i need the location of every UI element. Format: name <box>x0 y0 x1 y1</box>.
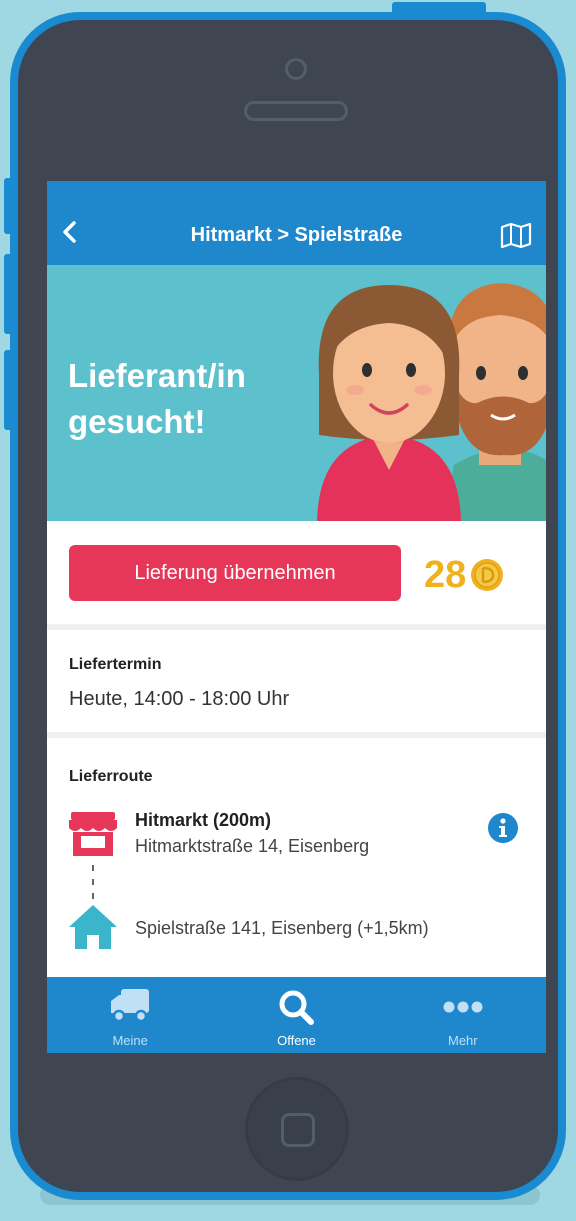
couriers-illustration <box>317 283 546 521</box>
navigation-bar: Hitmarkt > Spielstraße <box>47 181 546 265</box>
destination-address: Spielstraße 141, Eisenberg (+1,5km) <box>135 918 429 938</box>
hero-headline: Lieferant/in gesucht! <box>68 353 298 445</box>
tab-label-offene: Offene <box>277 1033 316 1048</box>
home-button-square <box>281 1113 315 1147</box>
tab-label-mehr: Mehr <box>448 1033 478 1048</box>
earpiece-speaker <box>244 101 348 121</box>
delivery-time-label: Liefertermin <box>69 656 162 673</box>
delivery-route-section: Lieferroute Hitmarkt (200m) Hitmarktstra… <box>47 738 546 998</box>
more-dots-icon <box>443 1001 483 1013</box>
hero-banner: Lieferant/in gesucht! <box>47 265 546 521</box>
front-camera <box>285 58 307 80</box>
coin-icon <box>471 559 504 591</box>
truck-icon <box>111 989 150 1023</box>
delivery-time-section: Liefertermin Heute, 14:00 - 18:00 Uhr <box>47 630 546 738</box>
tab-offene[interactable]: Offene <box>213 977 379 1053</box>
hero-headline-line2: gesucht! <box>68 403 206 440</box>
map-icon[interactable] <box>500 222 532 248</box>
delivery-route-label: Lieferroute <box>69 768 153 785</box>
store-icon <box>69 812 117 856</box>
tab-label-meine: Meine <box>112 1033 148 1048</box>
tab-meine[interactable]: Meine <box>47 977 213 1053</box>
take-delivery-button[interactable]: Lieferung übernehmen <box>69 545 401 601</box>
home-icon <box>69 905 117 949</box>
page-title: Hitmarkt > Spielstraße <box>190 224 403 246</box>
delivery-time-value: Heute, 14:00 - 18:00 Uhr <box>69 688 290 710</box>
tab-mehr[interactable]: Mehr <box>380 977 546 1053</box>
action-row: Lieferung übernehmen 28 <box>47 521 546 630</box>
tab-bar: Meine Offene Mehr <box>47 977 546 1053</box>
home-button[interactable] <box>245 1077 349 1181</box>
hero-headline-line1: Lieferant/in <box>68 357 246 394</box>
info-icon[interactable] <box>487 812 519 844</box>
pickup-name: Hitmarkt (200m) <box>135 810 272 830</box>
app-screen: Hitmarkt > Spielstraße Lieferant/in gesu… <box>47 181 546 1053</box>
search-icon <box>279 990 315 1025</box>
route-connector-line <box>92 865 94 901</box>
pickup-address: Hitmarktstraße 14, Eisenberg <box>135 836 370 856</box>
points-value: 28 <box>424 554 467 596</box>
points-display: 28 <box>424 555 504 595</box>
